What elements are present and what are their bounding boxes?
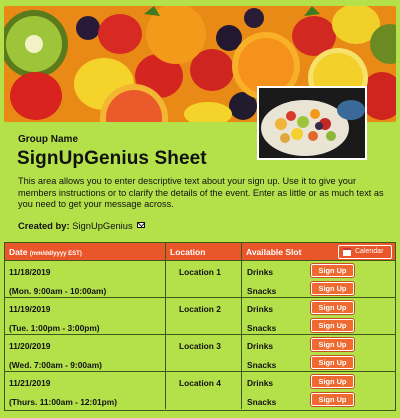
slot-name: Snacks [247, 360, 277, 370]
table-header: Date (mm/dd/yyyy EST) Location Available… [5, 243, 395, 261]
row-location: Location 2 [165, 298, 241, 335]
slot-name: Drinks [247, 341, 274, 351]
row-slots: Drinks Sign Up Snacks Sign Up [241, 372, 397, 409]
created-by-name: SignUpGenius [72, 220, 133, 231]
calendar-button[interactable]: Calendar [338, 245, 392, 259]
fruit-bowl-thumbnail [257, 86, 367, 160]
signup-button[interactable]: Sign Up [311, 264, 354, 277]
slot-name: Drinks [247, 304, 274, 314]
row-time: (Wed. 7:00am - 9:00am) [9, 360, 102, 370]
column-header-slot: Available Slot [241, 243, 301, 261]
signup-button[interactable]: Sign Up [311, 319, 354, 332]
group-name: Group Name [18, 134, 79, 145]
page-title: SignUpGenius Sheet [17, 148, 207, 169]
table-row: 11/19/2019 (Tue. 1:00pm - 3:00pm) Locati… [5, 298, 395, 335]
row-date: 11/18/2019 [9, 267, 51, 277]
signup-button[interactable]: Sign Up [311, 282, 354, 295]
row-time: (Mon. 9:00am - 10:00am) [9, 286, 107, 296]
date-format-hint: (mm/dd/yyyy EST) [29, 251, 82, 257]
row-location: Location 3 [165, 335, 241, 372]
email-icon[interactable] [137, 222, 146, 228]
row-time: (Thurs. 11:00am - 12:01pm) [9, 397, 117, 407]
slot-name: Snacks [247, 323, 277, 333]
signup-button[interactable]: Sign Up [311, 375, 354, 388]
slot-name: Drinks [247, 267, 274, 277]
signup-button[interactable]: Sign Up [311, 338, 354, 351]
slot-name: Drinks [247, 378, 274, 388]
slot-name: Snacks [247, 286, 277, 296]
row-slots: Drinks Sign Up Snacks Sign Up [241, 298, 397, 335]
row-date: 11/19/2019 [9, 304, 51, 314]
row-date: 11/20/2019 [9, 341, 51, 351]
row-date: 11/21/2019 [9, 378, 51, 388]
row-location: Location 1 [165, 261, 241, 298]
sheet-description: This area allows you to enter descriptiv… [18, 176, 384, 210]
table-row: 11/18/2019 (Mon. 9:00am - 10:00am) Locat… [5, 261, 395, 298]
row-slots: Drinks Sign Up Snacks Sign Up [241, 261, 397, 298]
signup-button[interactable]: Sign Up [311, 356, 354, 369]
table-row: 11/20/2019 (Wed. 7:00am - 9:00am) Locati… [5, 335, 395, 372]
created-by: Created by: SignUpGenius [18, 220, 146, 231]
slot-name: Snacks [247, 397, 277, 407]
signup-button[interactable]: Sign Up [311, 301, 354, 314]
table-row: 11/21/2019 (Thurs. 11:00am - 12:01pm) Lo… [5, 372, 395, 409]
signup-button[interactable]: Sign Up [311, 393, 354, 406]
row-time: (Tue. 1:00pm - 3:00pm) [9, 323, 100, 333]
created-by-label: Created by: [18, 220, 70, 231]
fruit-bowl-image [259, 88, 365, 158]
calendar-icon [343, 248, 351, 256]
row-location: Location 4 [165, 372, 241, 409]
column-header-location: Location [165, 243, 241, 261]
row-slots: Drinks Sign Up Snacks Sign Up [241, 335, 397, 372]
column-header-date: Date (mm/dd/yyyy EST) [9, 247, 82, 257]
signup-table: Date (mm/dd/yyyy EST) Location Available… [4, 242, 396, 411]
